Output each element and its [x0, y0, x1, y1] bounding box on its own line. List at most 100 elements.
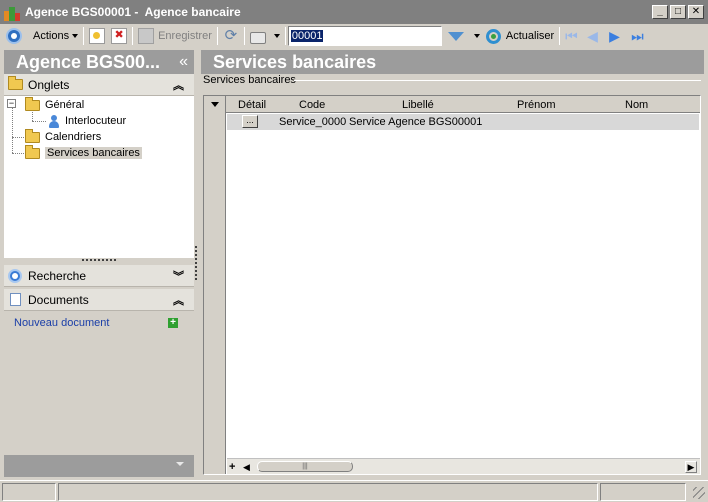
- previous-record-icon[interactable]: ◀: [584, 25, 606, 47]
- delete-button[interactable]: ✖: [108, 25, 130, 47]
- tree-node-calendriers[interactable]: Calendriers: [25, 128, 102, 145]
- toolbar-separator: [284, 27, 286, 45]
- scroll-right-icon[interactable]: ▶: [685, 461, 697, 473]
- onglets-section-header[interactable]: Onglets ︽: [4, 74, 194, 96]
- documents-section-header[interactable]: Documents ︽: [4, 289, 194, 311]
- tree-line: [32, 121, 46, 122]
- column-header-code[interactable]: Code: [299, 99, 325, 111]
- actualiser-button[interactable]: Actualiser: [483, 25, 557, 47]
- tree-node-label: Services bancaires: [45, 147, 142, 159]
- document-icon: [10, 293, 21, 306]
- status-bar: [0, 480, 708, 502]
- actualiser-label: Actualiser: [505, 30, 555, 42]
- documents-panel: [4, 311, 194, 454]
- left-panel-header: Agence BGS00... «: [4, 50, 194, 74]
- folder-icon: [8, 76, 23, 90]
- tree-node-interlocuteur[interactable]: Interlocuteur: [48, 113, 126, 129]
- search-target-icon: [8, 268, 22, 283]
- chevron-down-icon: [72, 34, 79, 38]
- toolbar-separator: [132, 27, 134, 45]
- refresh-button[interactable]: ⟳: [220, 25, 242, 47]
- toolbar-separator: [559, 27, 561, 45]
- tree-line: [12, 137, 24, 138]
- minimize-button[interactable]: _: [652, 5, 668, 19]
- open-folder-icon: [25, 144, 40, 159]
- chevron-up-icon: ︽: [173, 79, 184, 92]
- scroll-left-icon[interactable]: ◀: [243, 462, 250, 473]
- add-icon[interactable]: +: [168, 318, 178, 328]
- maximize-button[interactable]: □: [670, 5, 686, 19]
- chevron-down-icon: [473, 34, 480, 38]
- refresh-icon: ⟳: [224, 27, 238, 44]
- search-input-value: 00001: [290, 30, 324, 42]
- chevron-down-icon[interactable]: [176, 462, 184, 466]
- delete-icon: ✖: [111, 28, 128, 44]
- new-document-link[interactable]: Nouveau document: [14, 317, 109, 329]
- toolbar-separator: [83, 27, 85, 45]
- add-row-icon[interactable]: +: [229, 461, 235, 473]
- table-row[interactable]: ... Service_0000 Service Agence BGS00001: [227, 114, 699, 130]
- detail-button[interactable]: ...: [242, 115, 258, 128]
- collapse-panel-icon[interactable]: «: [179, 50, 188, 74]
- services-grid: Détail Code Libellé Prénom Nom ... Servi…: [203, 95, 701, 475]
- first-record-icon[interactable]: ⏮: [562, 25, 584, 47]
- cell-libelle: Service Agence BGS00001: [349, 116, 483, 128]
- filter-button[interactable]: [442, 25, 483, 47]
- save-label: Enregistrer: [158, 30, 212, 42]
- tree-collapse-toggle[interactable]: −: [7, 99, 16, 108]
- save-button[interactable]: Enregistrer: [135, 25, 215, 47]
- recherche-section-header[interactable]: Recherche ︾: [4, 265, 194, 287]
- page-title: Services bancaires: [201, 50, 704, 74]
- grid-row-gutter: [204, 96, 226, 474]
- new-button[interactable]: [86, 25, 108, 47]
- actions-target-button[interactable]: [0, 25, 25, 47]
- left-panel-footer: [4, 455, 194, 477]
- tree-line: [32, 112, 33, 121]
- filter-icon: [447, 31, 464, 41]
- horizontal-splitter[interactable]: [82, 259, 116, 262]
- column-header-prenom[interactable]: Prénom: [517, 99, 556, 111]
- grid-header: Détail Code Libellé Prénom Nom: [204, 96, 700, 113]
- search-input[interactable]: 00001: [287, 26, 442, 46]
- next-record-icon[interactable]: ▶: [606, 25, 628, 47]
- folder-icon: [25, 96, 40, 111]
- tree-node-label: Général: [45, 99, 85, 111]
- actions-label: Actions: [33, 30, 70, 42]
- print-button[interactable]: [247, 25, 283, 47]
- window-title: Agence BGS00001 - Agence bancaire: [25, 5, 241, 19]
- app-logo-icon: [4, 5, 20, 21]
- tree-line: [12, 153, 24, 154]
- actualiser-icon: [485, 28, 501, 44]
- title-bar: Agence BGS00001 - Agence bancaire _ □ ✕: [0, 0, 708, 24]
- tree-node-general[interactable]: Général: [25, 96, 85, 113]
- status-cell: [58, 483, 598, 501]
- tree-node-services-bancaires[interactable]: Services bancaires: [25, 144, 142, 161]
- column-chooser-icon[interactable]: [211, 102, 219, 107]
- tree-node-label: Interlocuteur: [65, 115, 127, 127]
- recherche-label: Recherche: [28, 268, 87, 283]
- chevron-down-icon: [273, 34, 280, 38]
- scrollbar-thumb[interactable]: |||: [257, 461, 353, 472]
- status-cell: [600, 483, 686, 501]
- actions-menu-button[interactable]: Actions: [25, 25, 81, 47]
- target-icon: [6, 28, 22, 44]
- column-header-nom[interactable]: Nom: [625, 99, 648, 111]
- group-box-label: Services bancaires: [203, 74, 296, 86]
- print-icon: [249, 32, 266, 44]
- last-record-icon[interactable]: ⏭: [628, 25, 650, 47]
- documents-label: Documents: [28, 292, 89, 307]
- close-button[interactable]: ✕: [688, 5, 704, 19]
- toolbar-separator: [216, 27, 218, 45]
- vertical-splitter[interactable]: [195, 246, 198, 280]
- resize-grip-icon[interactable]: [693, 487, 705, 499]
- chevron-down-icon: ︾: [173, 270, 184, 283]
- column-header-libelle[interactable]: Libellé: [402, 99, 434, 111]
- tree-line: [12, 108, 13, 153]
- horizontal-scrollbar[interactable]: + ◀ ||| ▶: [227, 458, 700, 474]
- folder-icon: [25, 128, 40, 143]
- left-panel-title: Agence BGS00...: [16, 52, 161, 72]
- column-header-detail[interactable]: Détail: [238, 99, 266, 111]
- tree-node-label: Calendriers: [45, 131, 102, 143]
- person-icon: [48, 114, 60, 128]
- save-icon: [138, 28, 155, 44]
